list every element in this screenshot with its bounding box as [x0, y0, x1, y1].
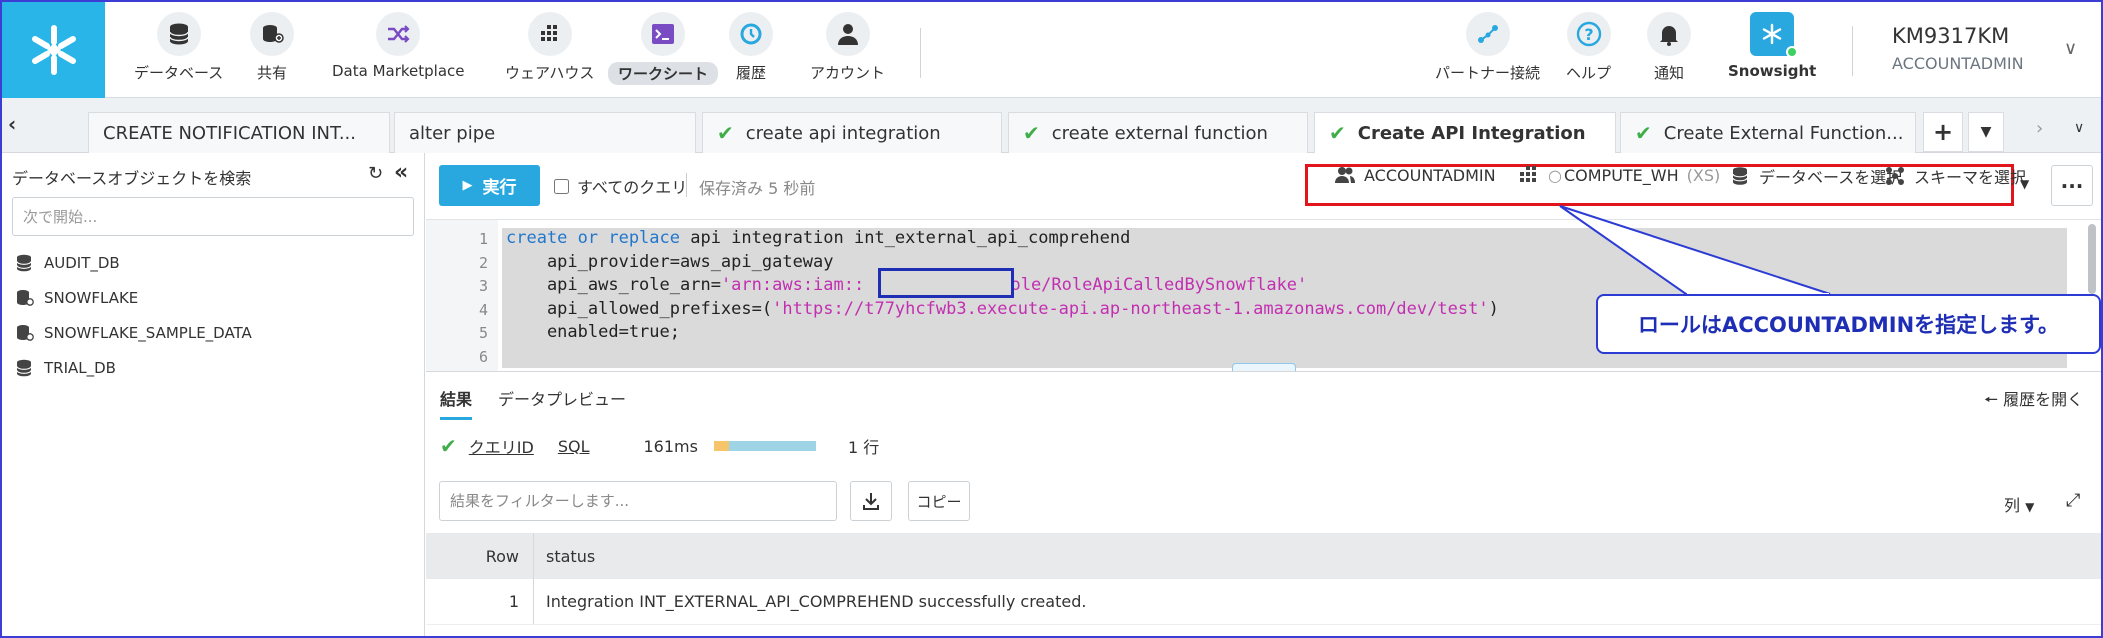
annotation-callout: ロールはACCOUNTADMINを指定します。 [1596, 294, 2101, 354]
